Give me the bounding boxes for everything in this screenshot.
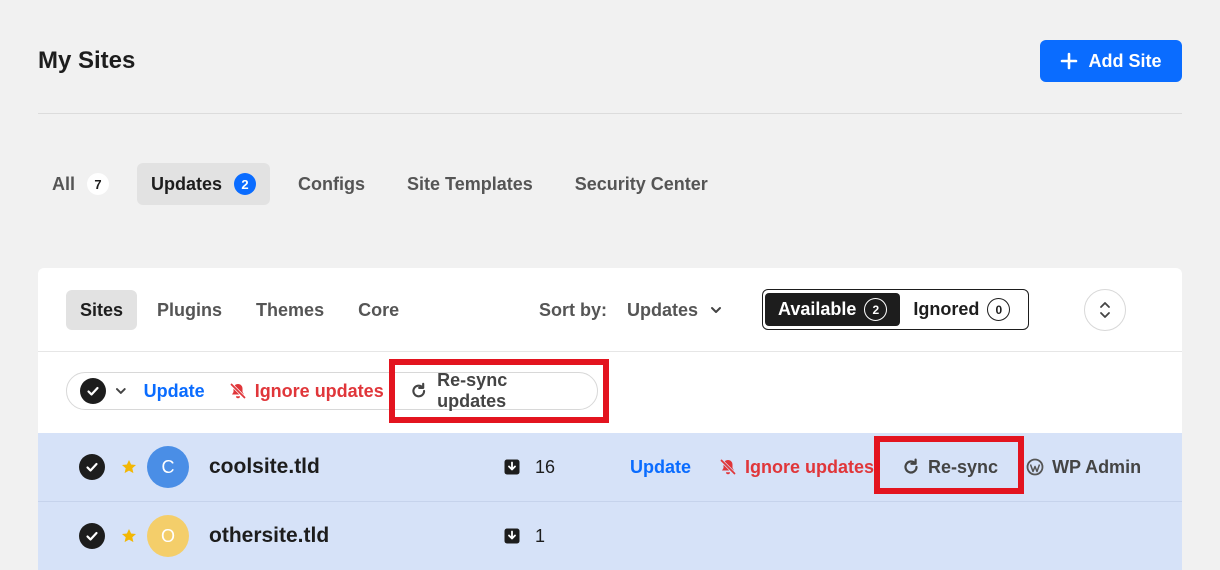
- chevron-down-icon: [711, 307, 722, 313]
- bulk-actions-bar: Update Ignore updates Re-sync updates: [66, 370, 598, 411]
- page-title: My Sites: [38, 47, 136, 74]
- star-icon[interactable]: [121, 528, 137, 544]
- toggle-ignored[interactable]: Ignored 0: [900, 293, 1023, 326]
- chevron-down-icon[interactable]: [115, 385, 127, 397]
- toggle-ignored-count: 0: [987, 298, 1011, 321]
- row-resync-label: Re-sync: [928, 456, 999, 477]
- tab-all-label: All: [52, 173, 76, 194]
- subtab-sites[interactable]: Sites: [66, 290, 138, 330]
- expand-icon: [1100, 302, 1110, 318]
- tab-configs-label: Configs: [298, 173, 366, 194]
- sort-label: Sort by:: [539, 299, 608, 320]
- table-row[interactable]: O othersite.tld 1: [38, 502, 1182, 570]
- sort-control: Sort by: Updates: [539, 290, 722, 330]
- star-icon[interactable]: [121, 459, 137, 475]
- row-checkbox[interactable]: [79, 454, 105, 480]
- updates-subtabs: Sites Plugins Themes Core: [66, 290, 413, 330]
- refresh-icon: [412, 382, 425, 398]
- sort-select[interactable]: Updates: [627, 300, 722, 321]
- site-name[interactable]: coolsite.tld: [209, 455, 320, 479]
- tab-security-center-label: Security Center: [574, 173, 708, 194]
- add-site-label: Add Site: [1088, 50, 1162, 71]
- availability-toggle: Available 2 Ignored 0: [762, 289, 1029, 330]
- row-ignore-button[interactable]: Ignore updates: [719, 457, 874, 478]
- toggle-ignored-label: Ignored: [913, 299, 980, 319]
- wordpress-icon: [1026, 458, 1044, 476]
- update-count: 1: [535, 525, 546, 546]
- download-icon: [504, 459, 520, 475]
- tab-updates[interactable]: Updates 2: [137, 163, 271, 205]
- avatar: C: [147, 446, 189, 488]
- tab-site-templates-label: Site Templates: [407, 173, 533, 194]
- bulk-resync-button[interactable]: Re-sync updates: [398, 370, 597, 411]
- toggle-available-label: Available: [778, 299, 857, 319]
- main-tabs: All 7 Updates 2 Configs Site Templates S…: [38, 163, 736, 205]
- download-icon: [504, 528, 520, 544]
- tab-security-center[interactable]: Security Center: [561, 163, 722, 205]
- subtab-themes[interactable]: Themes: [242, 290, 338, 330]
- sort-value: Updates: [627, 299, 699, 320]
- site-name[interactable]: othersite.tld: [209, 524, 329, 548]
- table-row[interactable]: C coolsite.tld 16 Update Ignore updates …: [38, 433, 1182, 501]
- row-actions: Update Ignore updates Re-sync WP Admin: [630, 457, 1169, 478]
- row-update-label: Update: [630, 456, 692, 477]
- wp-admin-label: WP Admin: [1052, 456, 1142, 477]
- bulk-ignore-button[interactable]: Ignore updates: [229, 381, 384, 402]
- bulk-resync-label: Re-sync updates: [437, 370, 508, 411]
- bulk-ignore-label: Ignore updates: [254, 380, 384, 401]
- update-count: 16: [535, 456, 556, 477]
- add-site-button[interactable]: Add Site: [1040, 40, 1182, 82]
- tab-site-templates[interactable]: Site Templates: [393, 163, 547, 205]
- row-update-button[interactable]: Update: [630, 457, 691, 478]
- row-resync-button[interactable]: Re-sync: [902, 457, 998, 478]
- subtab-plugins[interactable]: Plugins: [143, 290, 236, 330]
- checkmark-icon: [87, 386, 99, 396]
- checkmark-icon: [86, 462, 98, 472]
- subtab-core[interactable]: Core: [344, 290, 413, 330]
- tab-updates-label: Updates: [151, 173, 223, 194]
- toggle-available-count: 2: [864, 298, 888, 321]
- tab-updates-count: 2: [234, 173, 257, 195]
- tab-all-count: 7: [87, 173, 110, 195]
- header-divider: [38, 113, 1182, 114]
- bulk-update-button[interactable]: Update: [144, 381, 205, 402]
- checkmark-icon: [86, 531, 98, 541]
- tab-configs[interactable]: Configs: [284, 163, 379, 205]
- avatar: O: [147, 515, 189, 557]
- expand-collapse-button[interactable]: [1084, 289, 1126, 331]
- toggle-available[interactable]: Available 2: [765, 293, 901, 326]
- plus-icon: [1061, 52, 1078, 70]
- bell-off-icon: [720, 459, 736, 475]
- row-checkbox[interactable]: [79, 523, 105, 549]
- tab-all[interactable]: All 7: [38, 163, 123, 205]
- bulk-update-label: Update: [143, 380, 205, 401]
- refresh-icon: [904, 458, 918, 474]
- wp-admin-link[interactable]: WP Admin: [1026, 457, 1141, 478]
- row-ignore-label: Ignore updates: [745, 456, 875, 477]
- select-all-checkbox[interactable]: [80, 378, 106, 404]
- panel-divider: [38, 351, 1182, 352]
- bell-off-icon: [230, 383, 246, 399]
